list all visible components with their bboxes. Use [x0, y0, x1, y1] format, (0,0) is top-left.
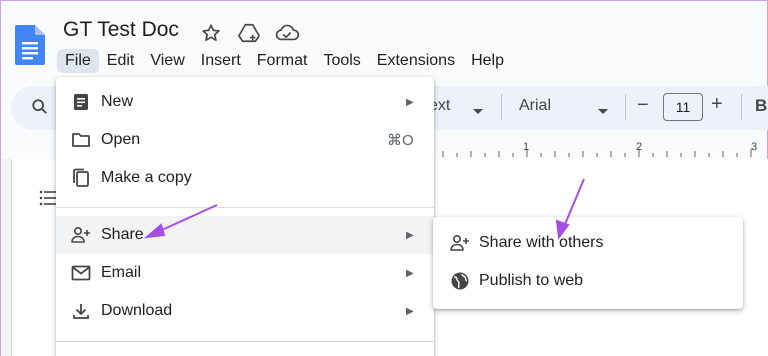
share-with-others-item[interactable]: Share with others — [433, 224, 743, 262]
file-menu-make-copy[interactable]: Make a copy — [56, 159, 434, 197]
document-outline-icon[interactable] — [39, 189, 57, 212]
cloud-saved-icon[interactable] — [274, 20, 300, 46]
bold-button[interactable]: B — [755, 96, 767, 116]
star-icon[interactable] — [198, 20, 224, 46]
file-menu-dropdown: New ▶ Open ⌘O Make a copy Share ▶ Email … — [56, 77, 434, 356]
menu-insert[interactable]: Insert — [193, 49, 249, 73]
file-menu-download-label: Download — [101, 302, 173, 319]
document-title[interactable]: GT Test Doc — [63, 18, 179, 42]
share-with-others-label: Share with others — [479, 234, 604, 251]
toolbar-divider — [741, 94, 742, 120]
decrease-font-size-button[interactable]: − — [637, 94, 649, 117]
menu-divider — [56, 207, 434, 208]
docs-logo-icon[interactable] — [15, 25, 45, 65]
menu-format[interactable]: Format — [249, 49, 316, 73]
toolbar-divider — [625, 94, 626, 120]
file-menu-open-label: Open — [101, 131, 141, 148]
menu-edit[interactable]: Edit — [99, 49, 143, 73]
doc-icon — [70, 91, 92, 113]
ruler-number: 1 — [523, 141, 530, 153]
submenu-arrow-icon: ▶ — [406, 305, 414, 317]
publish-to-web-label: Publish to web — [479, 272, 584, 289]
move-to-drive-icon[interactable] — [236, 20, 262, 46]
person-add-icon — [449, 232, 471, 254]
menu-extensions[interactable]: Extensions — [369, 49, 463, 73]
vertical-ruler[interactable] — [1, 159, 11, 356]
horizontal-ruler[interactable]: 1 2 3 — [431, 141, 768, 161]
file-menu-open[interactable]: Open ⌘O — [56, 121, 434, 159]
file-menu-download[interactable]: Download ▶ — [56, 292, 434, 330]
file-menu-share[interactable]: Share ▶ — [56, 216, 434, 254]
mail-icon — [70, 262, 92, 284]
menu-view[interactable]: View — [142, 49, 192, 73]
submenu-arrow-icon: ▶ — [406, 267, 414, 279]
caret-down-icon[interactable] — [597, 103, 609, 121]
menu-file[interactable]: File — [57, 49, 99, 73]
menu-divider — [56, 341, 434, 342]
folder-icon — [70, 129, 92, 151]
file-menu-make-copy-label: Make a copy — [101, 169, 192, 186]
file-menu-new-label: New — [101, 93, 134, 110]
submenu-arrow-icon: ▶ — [406, 229, 414, 241]
search-menus-icon[interactable] — [31, 98, 49, 121]
keyboard-shortcut: ⌘O — [387, 132, 414, 149]
increase-font-size-button[interactable]: + — [711, 93, 723, 116]
toolbar-divider — [501, 94, 502, 120]
ruler-number: 2 — [636, 141, 643, 153]
submenu-arrow-icon: ▶ — [406, 96, 414, 108]
font-select[interactable]: Arial — [519, 97, 551, 115]
font-size-input[interactable]: 11 — [663, 93, 703, 121]
file-menu-share-label: Share — [101, 226, 144, 243]
file-menu-new[interactable]: New ▶ — [56, 83, 434, 121]
menu-tools[interactable]: Tools — [315, 49, 368, 73]
file-menu-email[interactable]: Email ▶ — [56, 254, 434, 292]
file-menu-email-label: Email — [101, 264, 142, 281]
menu-help[interactable]: Help — [463, 49, 512, 73]
globe-icon — [449, 270, 471, 292]
publish-to-web-item[interactable]: Publish to web — [433, 262, 743, 300]
share-submenu: Share with others Publish to web — [433, 217, 743, 309]
caret-down-icon[interactable] — [472, 103, 484, 121]
menu-bar: File Edit View Insert Format Tools Exten… — [57, 49, 512, 73]
copy-icon — [70, 167, 92, 189]
ruler-number: 3 — [751, 141, 758, 153]
person-add-icon — [70, 224, 92, 246]
download-icon — [70, 300, 92, 322]
